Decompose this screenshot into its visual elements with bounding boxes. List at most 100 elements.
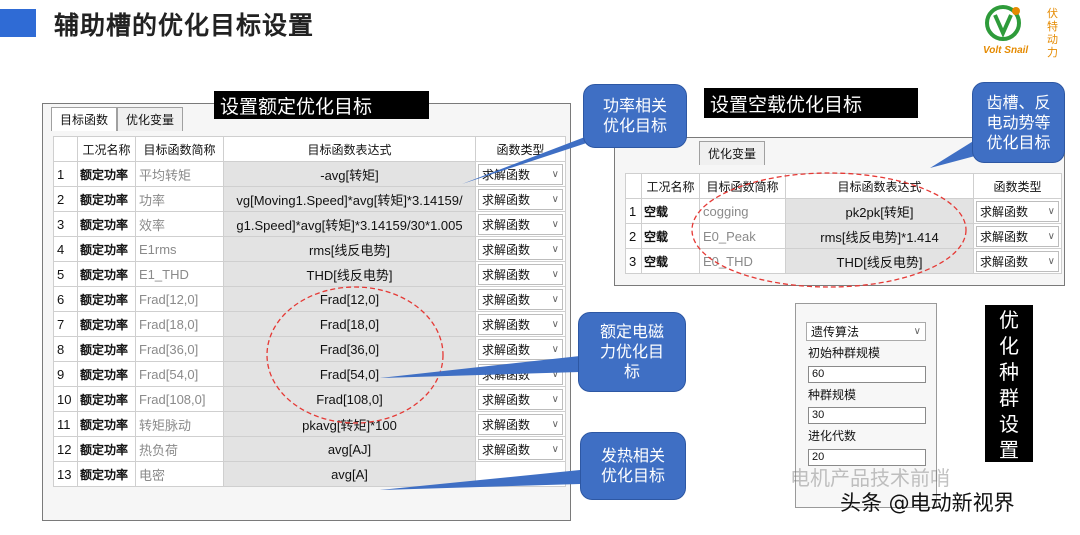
table-row[interactable]: 12 额定功率 热负荷 avg[AJ] 求解函数 ∨	[53, 436, 566, 462]
table-row[interactable]: 9 额定功率 Frad[54,0] Frad[54,0] 求解函数 ∨	[53, 361, 566, 387]
table-row[interactable]: 8 额定功率 Frad[36,0] Frad[36,0] 求解函数 ∨	[53, 336, 566, 362]
table-row[interactable]: 7 额定功率 Frad[18,0] Frad[18,0] 求解函数 ∨	[53, 311, 566, 337]
column-header-expression: 目标函数表达式	[223, 136, 476, 162]
tab-objective-function[interactable]: 目标函数	[51, 107, 118, 131]
function-type-cell	[475, 461, 566, 487]
population-settings-label-text: 优化种群设置	[999, 308, 1019, 462]
heat-objective-callout-text: 发热相关 优化目标	[600, 446, 665, 485]
function-type-select[interactable]: 求解函数 ∨	[478, 338, 563, 360]
row-index: 1	[625, 198, 642, 224]
function-type-select[interactable]: 求解函数 ∨	[478, 263, 563, 285]
expression-cell[interactable]: Frad[108,0]	[223, 386, 476, 412]
function-type-select[interactable]: 求解函数 ∨	[478, 288, 563, 310]
table-row[interactable]: 4 额定功率 E1rms rms[线反电势] 求解函数 ∨	[53, 236, 566, 262]
table-row[interactable]: 13 额定功率 电密 avg[A]	[53, 461, 566, 487]
tab-optimization-variables[interactable]: 优化变量	[117, 107, 184, 131]
condition-cell: 额定功率	[77, 236, 136, 262]
expression-cell[interactable]: Frad[54,0]	[223, 361, 476, 387]
column-header-condition: 工况名称	[77, 136, 136, 162]
table-row[interactable]: 11 额定功率 转矩脉动 pkavg[转矩]*100 求解函数 ∨	[53, 411, 566, 437]
table-header-row: 工况名称 目标函数简称 目标函数表达式 函数类型	[53, 136, 566, 162]
power-objective-callout: 功率相关 优化目标	[583, 84, 687, 148]
chevron-down-icon: ∨	[551, 343, 559, 355]
chevron-down-icon: ∨	[551, 393, 559, 405]
rated-objective-rows: 1 额定功率 平均转矩 -avg[转矩] 求解函数 ∨ 2 额定功率 功率 vg[Moving1.…	[53, 161, 566, 487]
chevron-down-icon: ∨	[551, 368, 559, 380]
population-size-input[interactable]: 30	[808, 407, 926, 424]
expression-cell[interactable]: pkavg[转矩]*100	[223, 411, 476, 437]
function-type-cell: 求解函数 ∨	[475, 411, 566, 437]
table-row[interactable]: 3 空载 E0_THD THD[线反电势] 求解函数 ∨	[625, 248, 1062, 274]
row-index: 11	[53, 411, 78, 437]
generations-label: 进化代数	[808, 429, 857, 443]
table-row[interactable]: 10 额定功率 Frad[108,0] Frad[108,0] 求解函数 ∨	[53, 386, 566, 412]
function-type-value: 求解函数	[482, 342, 531, 357]
row-index: 12	[53, 436, 78, 462]
row-index: 9	[53, 361, 78, 387]
expression-cell[interactable]: Frad[18,0]	[223, 311, 476, 337]
expression-cell[interactable]: THD[线反电势]	[785, 248, 974, 274]
condition-cell: 额定功率	[77, 211, 136, 237]
expression-cell[interactable]: rms[线反电势]*1.414	[785, 223, 974, 249]
table-row[interactable]: 2 空载 E0_Peak rms[线反电势]*1.414 求解函数 ∨	[625, 223, 1062, 249]
objective-tabs: 目标函数 优化变量	[51, 107, 184, 131]
function-type-value: 求解函数	[482, 442, 531, 457]
table-row[interactable]: 2 额定功率 功率 vg[Moving1.Speed]*avg[转矩]*3.14159…	[53, 186, 566, 212]
abbr-cell: 热负荷	[135, 436, 224, 462]
table-row[interactable]: 5 额定功率 E1_THD THD[线反电势] 求解函数 ∨	[53, 261, 566, 287]
emforce-objective-callout-text: 额定电磁 力优化目 标	[599, 322, 664, 381]
function-type-select[interactable]: 求解函数 ∨	[478, 163, 563, 185]
function-type-cell: 求解函数 ∨	[475, 236, 566, 262]
table-row[interactable]: 1 空载 cogging pk2pk[转矩] 求解函数 ∨	[625, 198, 1062, 224]
noload-tabs: 优化变量	[699, 141, 766, 165]
expression-cell[interactable]: -avg[转矩]	[223, 161, 476, 187]
condition-cell: 额定功率	[77, 286, 136, 312]
function-type-select[interactable]: 求解函数 ∨	[478, 363, 563, 385]
function-type-select[interactable]: 求解函数 ∨	[478, 313, 563, 335]
row-index: 3	[53, 211, 78, 237]
table-row[interactable]: 3 额定功率 效率 g1.Speed]*avg[转矩]*3.14159/30*1.00…	[53, 211, 566, 237]
rated-objective-table: 工况名称 目标函数简称 目标函数表达式 函数类型 1 额定功率 平均转矩 -avg[转…	[53, 136, 566, 487]
expression-cell[interactable]: THD[线反电势]	[223, 261, 476, 287]
condition-cell: 额定功率	[77, 436, 136, 462]
function-type-select[interactable]: 求解函数 ∨	[976, 225, 1059, 247]
column-header-index	[53, 136, 78, 162]
condition-cell: 额定功率	[77, 186, 136, 212]
expression-cell[interactable]: Frad[12,0]	[223, 286, 476, 312]
expression-cell[interactable]: g1.Speed]*avg[转矩]*3.14159/30*1.005	[223, 211, 476, 237]
expression-cell[interactable]: rms[线反电势]	[223, 236, 476, 262]
function-type-cell: 求解函数 ∨	[475, 161, 566, 187]
expression-cell[interactable]: vg[Moving1.Speed]*avg[转矩]*3.14159/	[223, 186, 476, 212]
column-header-abbr: 目标函数简称	[699, 173, 786, 199]
condition-cell: 空载	[641, 248, 700, 274]
chevron-down-icon: ∨	[913, 326, 921, 337]
expression-cell[interactable]: avg[A]	[223, 461, 476, 487]
function-type-select[interactable]: 求解函数 ∨	[478, 388, 563, 410]
tab-optimization-variables-right[interactable]: 优化变量	[699, 141, 766, 165]
chevron-down-icon: ∨	[551, 218, 559, 230]
power-objective-callout-text: 功率相关 优化目标	[602, 96, 667, 135]
function-type-select[interactable]: 求解函数 ∨	[478, 413, 563, 435]
function-type-select[interactable]: 求解函数 ∨	[976, 200, 1059, 222]
expression-cell[interactable]: pk2pk[转矩]	[785, 198, 974, 224]
function-type-select[interactable]: 求解函数 ∨	[478, 213, 563, 235]
table-row[interactable]: 1 额定功率 平均转矩 -avg[转矩] 求解函数 ∨	[53, 161, 566, 187]
volt-snail-logo: Volt Snail 伏特动力	[983, 5, 1075, 63]
initial-population-input[interactable]: 60	[808, 366, 926, 383]
logo-vertical-text: 伏特动力	[1047, 7, 1058, 59]
abbr-cell: E0_THD	[699, 248, 786, 274]
rated-objective-dialog: 目标函数 优化变量 工况名称 目标函数简称 目标函数表达式 函数类型 1 额定功率…	[42, 103, 571, 521]
expression-cell[interactable]: Frad[36,0]	[223, 336, 476, 362]
function-type-select[interactable]: 求解函数 ∨	[478, 238, 563, 260]
title-accent-bar	[0, 9, 36, 37]
chevron-down-icon: ∨	[551, 193, 559, 205]
function-type-value: 求解函数	[482, 417, 531, 432]
function-type-select[interactable]: 求解函数 ∨	[478, 438, 563, 460]
function-type-select[interactable]: 求解函数 ∨	[478, 188, 563, 210]
expression-cell[interactable]: avg[AJ]	[223, 436, 476, 462]
function-type-select[interactable]: 求解函数 ∨	[976, 250, 1059, 272]
function-type-cell: 求解函数 ∨	[475, 361, 566, 387]
table-row[interactable]: 6 额定功率 Frad[12,0] Frad[12,0] 求解函数 ∨	[53, 286, 566, 312]
algorithm-select[interactable]: 遗传算法 ∨	[806, 322, 926, 341]
function-type-value: 求解函数	[482, 292, 531, 307]
